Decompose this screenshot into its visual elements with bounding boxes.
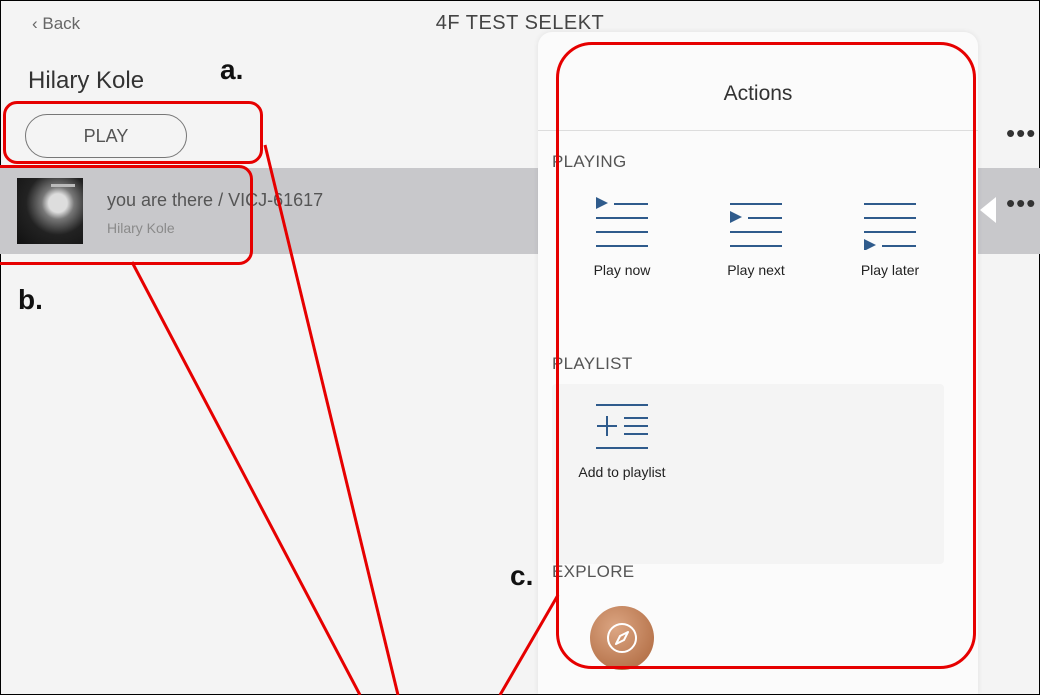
annotation-lines — [130, 144, 560, 695]
